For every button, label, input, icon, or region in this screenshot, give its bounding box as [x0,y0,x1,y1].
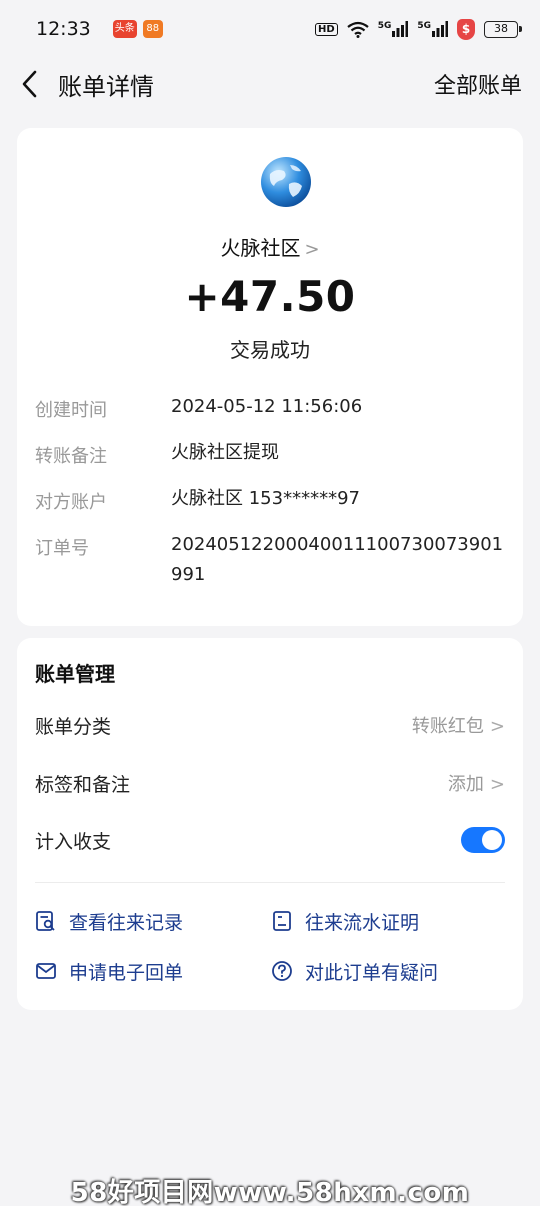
page-title: 账单详情 [58,72,154,101]
statement-proof-label: 往来流水证明 [305,911,420,934]
status-notification-icons: 头条 88 [112,20,163,38]
bill-category-row[interactable]: 账单分类 转账红包 > [35,710,505,740]
e-receipt-label: 申请电子回单 [69,961,184,984]
order-question-link[interactable]: 对此订单有疑问 [271,956,438,986]
e-receipt-link[interactable]: 申请电子回单 [35,956,183,986]
transaction-summary-card: 火脉社区 > +47.50 交易成功 创建时间 2024-05-12 11:56:… [17,128,523,626]
merchant-globe-icon [261,157,311,207]
tags-notes-value[interactable]: 添加 > [448,770,505,796]
order-question-label: 对此订单有疑问 [305,961,439,984]
wifi-icon [347,21,369,38]
bill-category-value[interactable]: 转账红包 > [412,712,505,738]
navigation-bar: 账单详情 全部账单 [0,58,540,110]
view-records-label: 查看往来记录 [69,911,184,934]
transaction-status: 交易成功 [230,338,310,362]
signal-5g-icon-1: 5G [378,21,409,37]
detail-label: 订单号 [35,538,89,559]
toutiao-app-icon: 头条 [112,20,137,38]
merchant-name-text: 火脉社区 [220,236,301,260]
shopping-app-icon: 88 [142,20,163,38]
chevron-right-icon: > [489,716,505,737]
tags-notes-label: 标签和备注 [35,773,131,796]
signal-5g-icon-2: 5G [417,21,448,37]
merchant-chevron-icon: > [304,239,320,260]
detail-value: 2024-05-12 11:56:06 [171,396,363,417]
bill-management-card: 账单管理 账单分类 转账红包 > 标签和备注 添加 > 计入收支 查看往来记录 往来… [17,638,523,1010]
section-title: 账单管理 [35,662,115,686]
back-arrow-icon[interactable] [18,68,44,100]
bill-category-label: 账单分类 [35,715,112,738]
envelope-icon [36,963,56,979]
include-balance-label: 计入收支 [35,830,112,853]
include-balance-row: 计入收支 [35,825,505,855]
status-system-icons: HD 5G 5G $ 38 [315,18,522,40]
view-records-link[interactable]: 查看往来记录 [35,906,183,936]
detail-value: 火脉社区 153******97 [171,488,360,509]
divider [35,882,505,883]
detail-value: 火脉社区提现 [171,442,279,463]
tags-notes-row[interactable]: 标签和备注 添加 > [35,768,505,798]
status-time: 12:33 [36,18,91,40]
chevron-right-icon: > [489,774,505,795]
records-search-icon [36,911,55,931]
detail-label: 对方账户 [35,492,107,513]
transaction-amount: +47.50 [184,272,356,321]
detail-value[interactable]: 20240512200040011100730073901991 [171,530,505,590]
document-icon [273,911,291,931]
battery-icon: 38 [484,20,522,38]
hd-icon: HD [315,22,338,36]
merchant-name[interactable]: 火脉社区 > [17,232,523,261]
all-bills-link[interactable]: 全部账单 [434,68,522,100]
detail-label: 转账备注 [35,446,107,467]
security-shield-icon: $ [457,18,475,40]
tags-notes-text: 添加 [447,774,484,795]
bill-category-text: 转账红包 [411,716,484,737]
question-circle-icon [272,961,292,981]
status-bar: 12:33 头条 88 HD 5G 5G $ 38 [0,0,540,58]
statement-proof-link[interactable]: 往来流水证明 [271,906,419,936]
include-balance-toggle[interactable] [461,827,505,853]
site-watermark: 58好项目网www.58hxm.com [70,1178,470,1206]
detail-label: 创建时间 [35,400,107,421]
